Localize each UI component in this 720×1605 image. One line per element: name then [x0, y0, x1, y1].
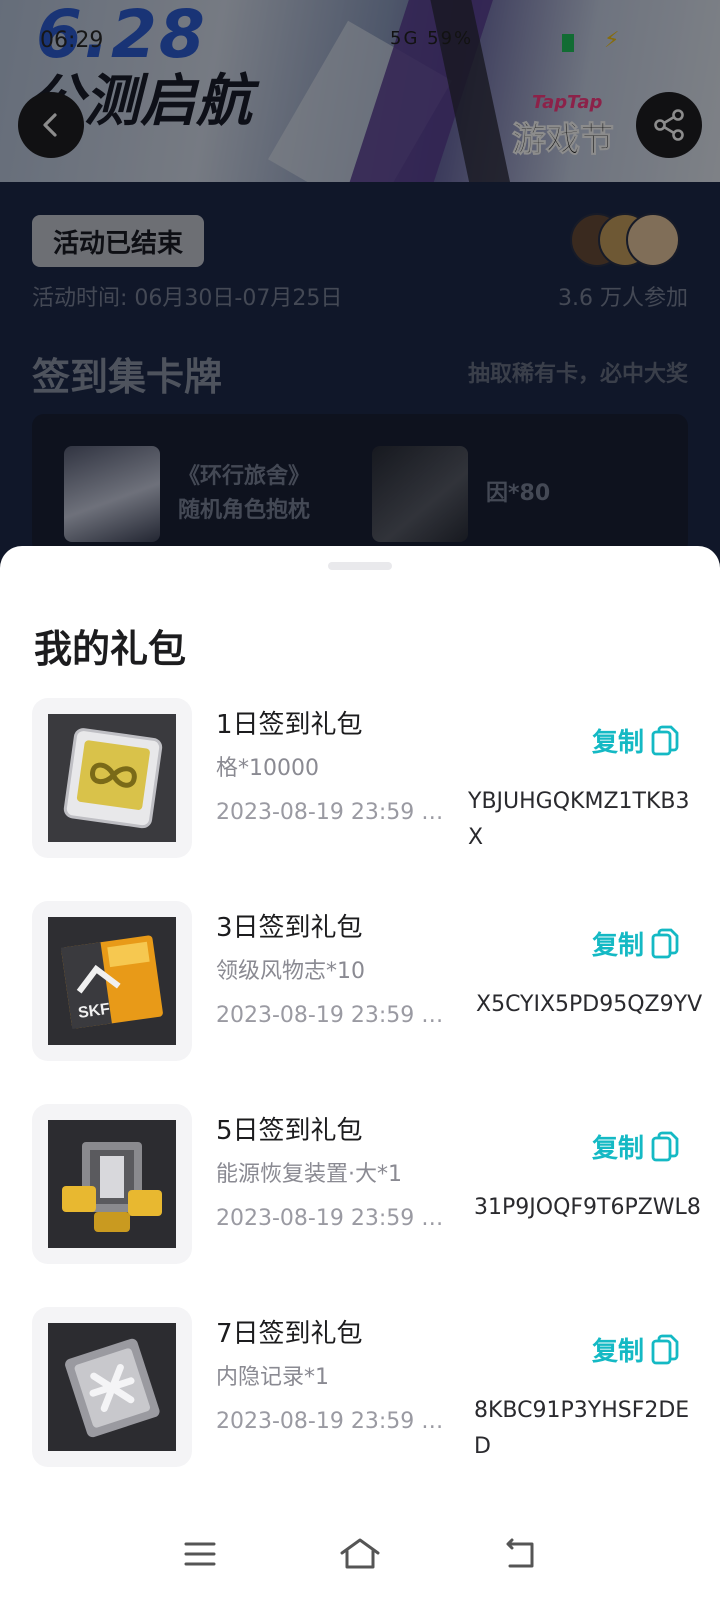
record-icon — [48, 1323, 176, 1451]
energy-device-icon — [48, 1120, 176, 1248]
home-button[interactable] — [332, 1526, 388, 1582]
menu-button[interactable] — [172, 1526, 228, 1582]
gift-item: SKF 3日签到礼包 领级风物志*10 2023-08-19 23:59 … 复… — [0, 901, 720, 1061]
gift-content: 能源恢复装置·大*1 — [216, 1162, 402, 1187]
copy-button[interactable]: 复制 — [592, 1331, 680, 1368]
copy-label: 复制 — [592, 931, 645, 961]
copy-button[interactable]: 复制 — [592, 925, 680, 962]
gift-name: 3日签到礼包 — [216, 913, 363, 943]
copy-icon — [651, 1334, 679, 1364]
back-nav-button[interactable] — [492, 1526, 548, 1582]
gift-content: 领级风物志*10 — [216, 959, 365, 984]
infinity-card-icon — [48, 714, 176, 842]
gift-sheet: 我的礼包 1日签到礼包 格*10000 2023-08-19 23:59 … 复… — [0, 546, 720, 1605]
gift-code[interactable]: 31P9JOQF9T6PZWL8 — [474, 1190, 704, 1226]
gift-item: 7日签到礼包 内隐记录*1 2023-08-19 23:59 … 复制 8KBC… — [0, 1307, 720, 1467]
menu-icon — [184, 1542, 216, 1566]
modal-backdrop[interactable] — [0, 0, 720, 560]
copy-label: 复制 — [592, 1134, 645, 1164]
copy-label: 复制 — [592, 1337, 645, 1367]
gift-name: 1日签到礼包 — [216, 710, 363, 740]
back-arrow-icon — [506, 1538, 534, 1568]
home-icon — [340, 1538, 380, 1569]
gift-expiry: 2023-08-19 23:59 … — [216, 800, 444, 825]
gift-expiry: 2023-08-19 23:59 … — [216, 1206, 444, 1231]
copy-button[interactable]: 复制 — [592, 1128, 680, 1165]
gift-code[interactable]: 8KBC91P3YHSF2DED — [474, 1393, 704, 1465]
gift-content: 内隐记录*1 — [216, 1365, 329, 1390]
copy-icon — [651, 1131, 679, 1161]
gift-content: 格*10000 — [216, 756, 319, 781]
gift-code[interactable]: YBJUHGQKMZ1TKB3X — [468, 784, 698, 856]
gift-item: 5日签到礼包 能源恢复装置·大*1 2023-08-19 23:59 … 复制 … — [0, 1104, 720, 1264]
gift-name: 7日签到礼包 — [216, 1319, 363, 1349]
copy-label: 复制 — [592, 728, 645, 758]
gift-expiry: 2023-08-19 23:59 … — [216, 1409, 444, 1434]
gift-name: 5日签到礼包 — [216, 1116, 363, 1146]
copy-button[interactable]: 复制 — [592, 722, 680, 759]
gift-code[interactable]: X5CYIX5PD95QZ9YV — [476, 987, 706, 1023]
drag-handle[interactable] — [328, 562, 392, 570]
system-nav-bar — [0, 1500, 720, 1605]
sheet-title: 我的礼包 — [34, 627, 187, 671]
copy-icon — [651, 725, 679, 755]
magazine-icon: SKF — [48, 917, 176, 1045]
gift-expiry: 2023-08-19 23:59 … — [216, 1003, 444, 1028]
gift-item: 1日签到礼包 格*10000 2023-08-19 23:59 … 复制 YBJ… — [0, 698, 720, 858]
copy-icon — [651, 928, 679, 958]
